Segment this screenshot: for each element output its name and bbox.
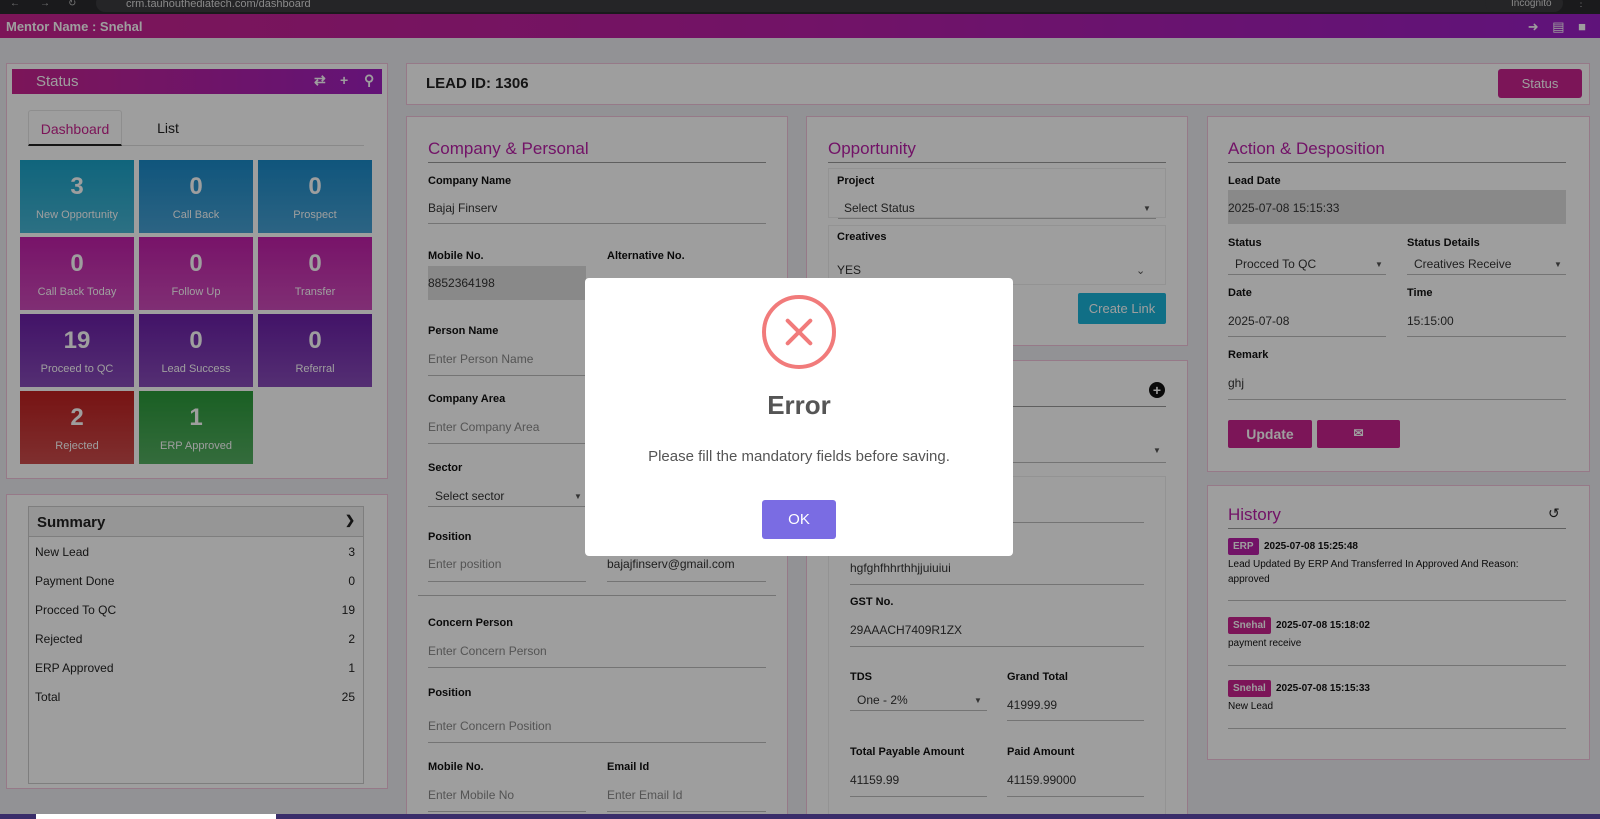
taskbar [0,814,1600,819]
error-dialog: Error Please fill the mandatory fields b… [585,278,1013,556]
ok-button[interactable]: OK [762,500,836,539]
dialog-message: Please fill the mandatory fields before … [648,448,950,465]
dialog-title: Error [767,390,831,420]
error-icon [762,295,836,369]
